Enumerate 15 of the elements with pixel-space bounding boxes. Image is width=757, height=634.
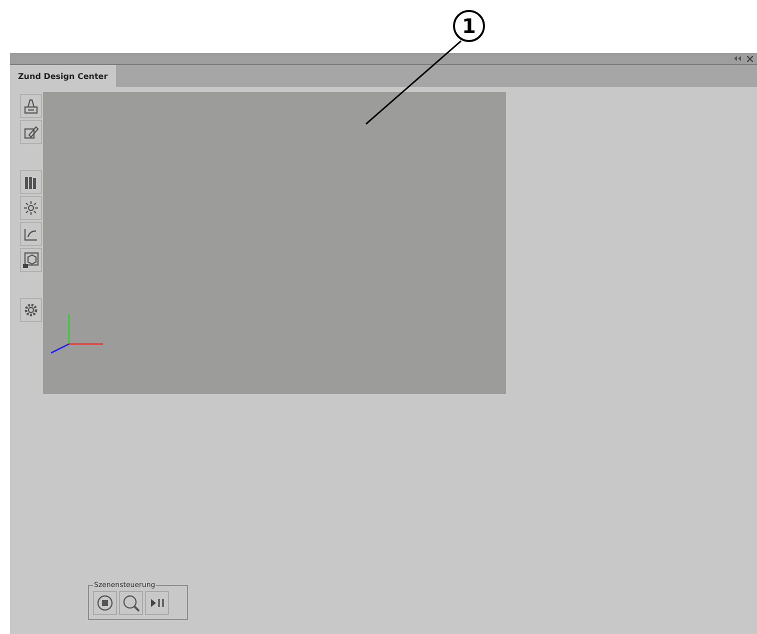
box-camera-icon[interactable] xyxy=(20,248,42,272)
zoom-button[interactable] xyxy=(119,591,143,615)
export-icon[interactable] xyxy=(20,222,42,246)
books-icon[interactable] xyxy=(20,170,42,194)
close-icon[interactable] xyxy=(747,56,753,62)
settings-icon[interactable] xyxy=(20,298,42,322)
callout-number: 1 xyxy=(453,10,485,42)
play-pause-button[interactable] xyxy=(145,591,169,615)
edit-icon[interactable] xyxy=(20,120,42,144)
axes-drawing xyxy=(51,314,103,356)
collapse-icon[interactable] xyxy=(734,56,741,61)
tab[interactable]: Zund Design Center xyxy=(10,65,116,87)
light-icon[interactable] xyxy=(20,196,42,220)
tray-icon[interactable] xyxy=(20,94,42,118)
rotate-button[interactable] xyxy=(93,591,117,615)
